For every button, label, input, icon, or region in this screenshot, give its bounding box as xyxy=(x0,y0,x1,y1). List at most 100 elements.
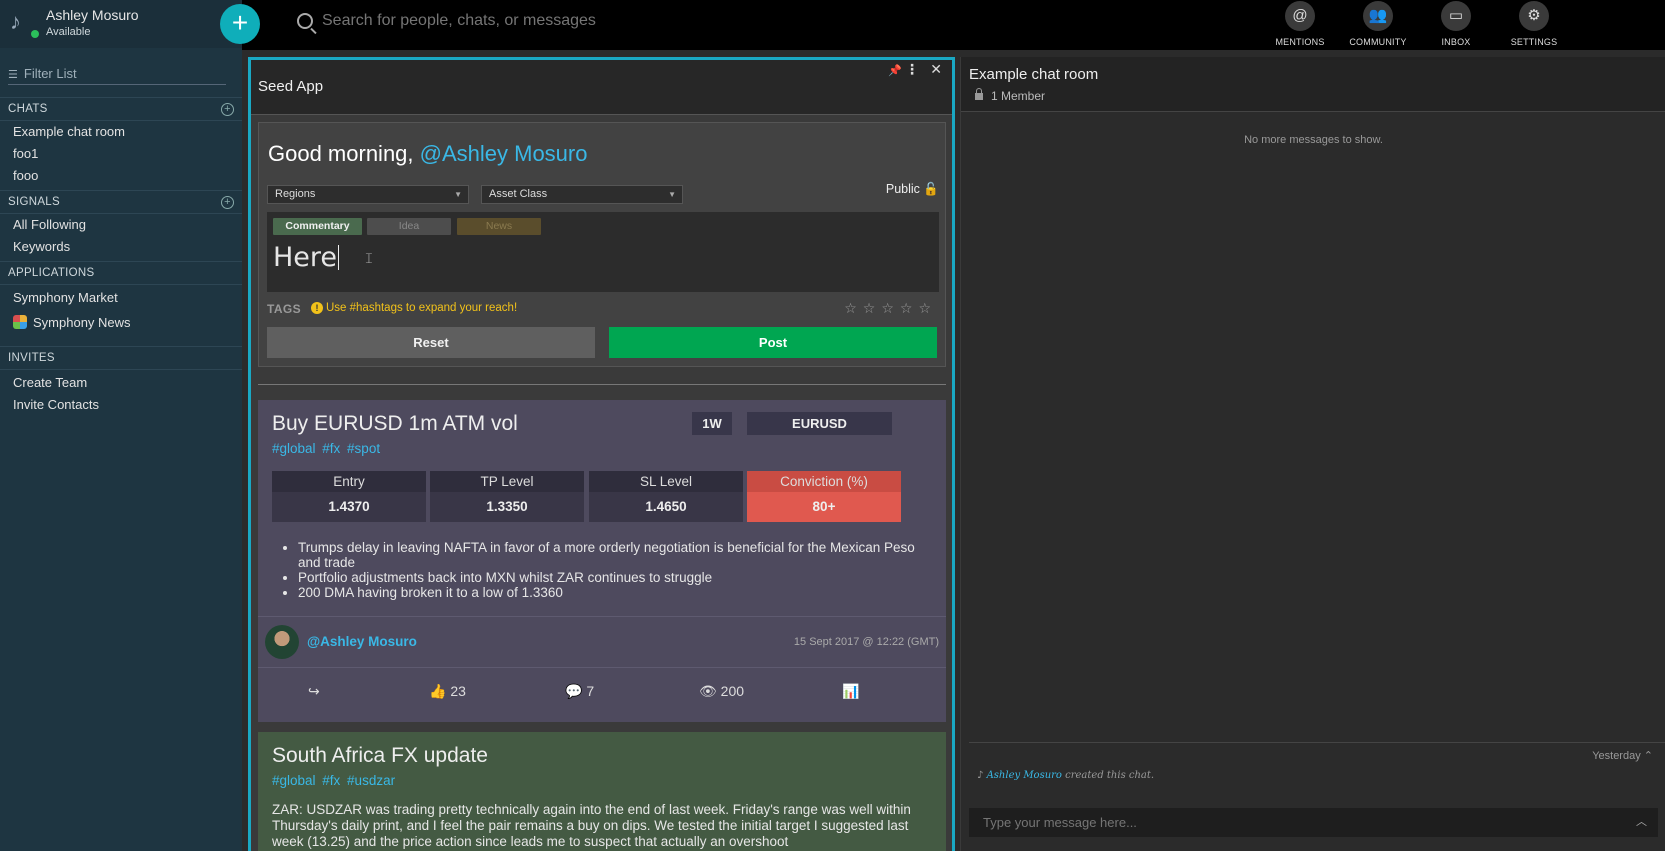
filter-list-input[interactable]: ☰ Filter List xyxy=(8,66,226,85)
close-icon[interactable]: ✕ xyxy=(930,61,942,78)
metric-tp-level: TP Level 1.3350 xyxy=(430,471,584,522)
star-rating[interactable]: ☆☆☆☆☆ xyxy=(844,300,937,317)
sidebar-item-symphony-market[interactable]: Symphony Market xyxy=(0,287,242,309)
metric-label: Conviction (%) xyxy=(747,471,901,492)
idea-card[interactable]: Buy EURUSD 1m ATM vol #global #fx #spot … xyxy=(258,400,946,722)
share-icon[interactable]: ↪ xyxy=(308,683,320,700)
chats-header[interactable]: CHATS + xyxy=(0,97,242,121)
more-options-icon[interactable]: ⋮ xyxy=(905,61,919,78)
seed-app-header: Seed App 📌 ⋮ ✕ xyxy=(251,60,952,115)
chat-members[interactable]: 1 Member xyxy=(969,88,1045,103)
sidebar-item-foo1[interactable]: foo1 xyxy=(0,143,242,165)
sidebar-item-fooo[interactable]: fooo xyxy=(0,165,242,187)
chat-title[interactable]: Example chat room xyxy=(969,66,1098,83)
stats-icon[interactable]: 📊 xyxy=(842,683,859,700)
sidebar-item-symphony-news[interactable]: Symphony News xyxy=(0,312,242,334)
created-text: created this chat. xyxy=(1061,770,1155,781)
metric-value: 80+ xyxy=(812,499,836,514)
lock-icon xyxy=(975,88,983,100)
sidebar-item-create-team[interactable]: Create Team xyxy=(0,372,242,394)
list-item: 200 DMA having broken it to a low of 1.3… xyxy=(298,585,934,600)
signals-header[interactable]: SIGNALS + xyxy=(0,190,242,214)
asset-class-dropdown[interactable]: Asset Class ▼ xyxy=(481,185,683,204)
nav-mentions[interactable]: @ MENTIONS xyxy=(1260,0,1340,47)
nav-settings[interactable]: ⚙ SETTINGS xyxy=(1494,0,1574,47)
pin-icon[interactable]: 📌 xyxy=(888,64,902,77)
comment-button[interactable]: 💬 7 xyxy=(565,683,594,700)
yesterday-text: Yesterday xyxy=(1592,750,1641,762)
chats-section: CHATS + Example chat room foo1 fooo xyxy=(0,97,242,187)
presence-indicator xyxy=(31,30,39,38)
tags-hint-text: Use #hashtags to expand your reach! xyxy=(326,302,518,314)
sidebar-item-keywords[interactable]: Keywords xyxy=(0,236,242,258)
tab-news[interactable]: News xyxy=(457,218,541,235)
invites-header[interactable]: INVITES xyxy=(0,346,242,370)
mentions-icon: @ xyxy=(1285,1,1315,31)
divider xyxy=(258,384,946,385)
chevron-up-icon[interactable]: ︿ xyxy=(1636,813,1647,829)
greeting-mention[interactable]: @Ashley Mosuro xyxy=(420,141,588,166)
card-bullets: Trumps delay in leaving NAFTA in favor o… xyxy=(284,540,934,600)
chat-header: Example chat room 1 Member xyxy=(961,57,1665,112)
signals-section: SIGNALS + All Following Keywords xyxy=(0,190,242,258)
sidebar-item-all-following[interactable]: All Following xyxy=(0,214,242,236)
add-signal-icon[interactable]: + xyxy=(221,196,234,209)
chevron-up-icon[interactable]: ⌃ xyxy=(1644,750,1653,762)
reset-button[interactable]: Reset xyxy=(267,327,595,358)
card-hashtags[interactable]: #global #fx #usdzar xyxy=(272,773,395,788)
card-author-row: @Ashley Mosuro 15 Sept 2017 @ 12:22 (GMT… xyxy=(258,616,946,668)
tags-hint: ! Use #hashtags to expand your reach! xyxy=(311,302,517,314)
search-icon xyxy=(297,13,313,29)
creator-name[interactable]: Ashley Mosuro xyxy=(987,770,1062,781)
community-icon: 👥 xyxy=(1363,1,1393,31)
invites-section: INVITES Create Team Invite Contacts xyxy=(0,346,242,416)
chat-room-panel: Example chat room 1 Member No more messa… xyxy=(960,57,1665,851)
view-count: 200 xyxy=(720,683,745,699)
add-chat-icon[interactable]: + xyxy=(221,103,234,116)
tags-label: TAGS xyxy=(267,302,302,316)
avatar[interactable] xyxy=(265,625,299,659)
regions-dropdown[interactable]: Regions ▼ xyxy=(267,185,469,204)
like-button[interactable]: 👍 23 xyxy=(429,683,466,700)
profile-header[interactable]: ♪ Ashley Mosuro Available xyxy=(0,0,242,48)
post-editor[interactable]: Commentary Idea News Here 𝙸 xyxy=(267,212,939,292)
left-sidebar: ♪ Ashley Mosuro Available + ☰ Filter List… xyxy=(0,0,260,851)
views-button[interactable]: 👁 200 xyxy=(699,683,744,700)
settings-icon: ⚙ xyxy=(1519,1,1549,31)
filter-placeholder: Filter List xyxy=(23,66,77,81)
tab-idea[interactable]: Idea xyxy=(367,218,451,235)
metric-value: 1.4370 xyxy=(328,499,370,514)
nav-inbox[interactable]: ▭ INBOX xyxy=(1416,0,1496,47)
post-text[interactable]: Here xyxy=(273,242,339,273)
nav-community[interactable]: 👥 COMMUNITY xyxy=(1338,0,1418,47)
tab-commentary[interactable]: Commentary xyxy=(273,218,362,235)
sidebar-item-invite-contacts[interactable]: Invite Contacts xyxy=(0,394,242,416)
music-note-icon: ♪ xyxy=(977,770,984,781)
card-title: South Africa FX update xyxy=(272,744,488,767)
news-card[interactable]: South Africa FX update #global #fx #usdz… xyxy=(258,732,946,851)
author-name[interactable]: @Ashley Mosuro xyxy=(307,634,417,649)
metric-conviction: Conviction (%) 80+ xyxy=(747,471,901,522)
eye-icon: 👁 xyxy=(699,683,717,699)
unlock-icon: 🔓 xyxy=(923,182,939,196)
top-bar: @ MENTIONS 👥 COMMUNITY ▭ INBOX ⚙ SETTING… xyxy=(242,0,1665,50)
applications-section: APPLICATIONS Symphony Market Symphony Ne… xyxy=(0,261,242,334)
chats-title: CHATS xyxy=(8,103,48,115)
filter-icon: ☰ xyxy=(8,69,18,81)
card-hashtags[interactable]: #global #fx #spot xyxy=(272,441,380,456)
post-button[interactable]: Post xyxy=(609,327,937,358)
chevron-down-icon: ▼ xyxy=(668,190,676,199)
card-actions: ↪ 👍 23 💬 7 👁 200 📊 xyxy=(258,668,946,716)
compose-button[interactable]: + xyxy=(220,4,260,44)
profile-name: Ashley Mosuro xyxy=(46,7,139,23)
applications-header[interactable]: APPLICATIONS xyxy=(0,261,242,285)
search-input[interactable] xyxy=(322,12,922,30)
date-label: Yesterday ⌃ xyxy=(1592,749,1653,762)
warning-icon: ! xyxy=(311,302,323,314)
visibility-toggle[interactable]: Public 🔓 xyxy=(886,182,939,197)
greeting: Good morning, @Ashley Mosuro xyxy=(268,141,587,167)
profile-status[interactable]: Available xyxy=(46,26,90,38)
inbox-icon: ▭ xyxy=(1441,1,1471,31)
sidebar-item-example-chat-room[interactable]: Example chat room xyxy=(0,121,242,143)
message-input[interactable] xyxy=(969,808,1658,837)
